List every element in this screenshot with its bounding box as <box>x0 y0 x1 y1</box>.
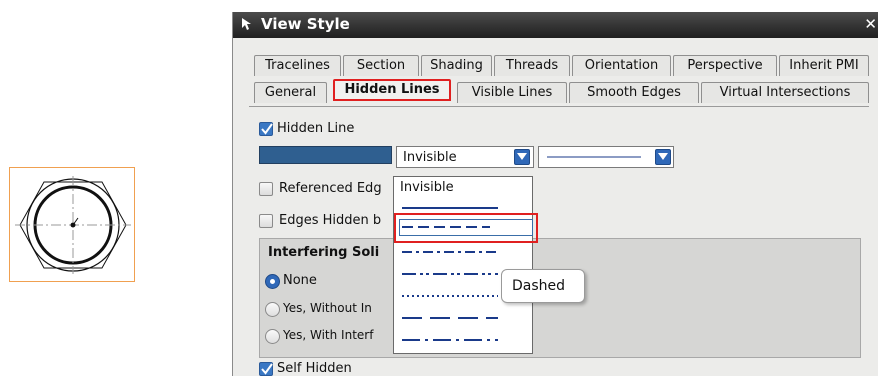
dash-dot-line-icon <box>402 251 498 253</box>
line-width-preview <box>547 156 641 158</box>
hidden-line-checkbox[interactable] <box>259 122 273 136</box>
edges-hidden-label: Edges Hidden b <box>279 213 382 228</box>
tooltip-text: Dashed <box>512 278 566 294</box>
line-font-value: Invisible <box>403 150 457 165</box>
dialog-title: View Style <box>261 15 350 33</box>
tab-smooth-edges[interactable]: Smooth Edges <box>569 82 699 103</box>
dropdown-item-long-dash-dot[interactable] <box>394 329 532 351</box>
hidden-line-color-swatch[interactable] <box>259 146 392 164</box>
chevron-down-icon[interactable] <box>655 149 671 165</box>
title-bar[interactable]: View Style ✕ <box>233 12 878 38</box>
radio-none[interactable] <box>265 274 280 289</box>
long-dash-line-icon <box>402 317 498 319</box>
dash-dot-dot-line-icon <box>402 273 498 275</box>
dotted-line-icon <box>402 295 498 297</box>
dropdown-item-invisible-label: Invisible <box>400 180 454 195</box>
view-preview <box>9 167 135 282</box>
hidden-line-label: Hidden Line <box>277 121 355 136</box>
chevron-down-icon[interactable] <box>514 149 530 165</box>
interfering-solids-title: Interfering Soli <box>268 245 380 260</box>
tab-divider <box>249 106 869 107</box>
radio-yes-with-label: Yes, With Interf <box>283 328 374 342</box>
tab-visible-lines[interactable]: Visible Lines <box>457 82 567 103</box>
tab-hidden-lines[interactable]: Hidden Lines <box>333 79 451 101</box>
radio-yes-with[interactable] <box>265 329 280 344</box>
tooltip: Dashed <box>501 269 585 303</box>
referenced-edges-label: Referenced Edg <box>279 181 382 196</box>
self-hidden-checkbox[interactable] <box>259 362 273 376</box>
dropdown-item-invisible[interactable]: Invisible <box>394 177 532 199</box>
line-font-select[interactable]: Invisible <box>396 146 534 168</box>
tab-threads[interactable]: Threads <box>494 55 570 76</box>
view-style-dialog: View Style ✕ Tracelines Section Shading … <box>232 12 878 376</box>
tab-section[interactable]: Section <box>343 55 419 76</box>
radio-none-label: None <box>283 273 317 288</box>
radio-yes-without[interactable] <box>265 302 280 317</box>
close-icon[interactable]: ✕ <box>864 15 877 33</box>
dropdown-item-dash-dot[interactable] <box>394 241 532 263</box>
tab-virtual-intersections[interactable]: Virtual Intersections <box>701 82 869 103</box>
dashed-line-icon <box>402 226 490 228</box>
tab-inherit-pmi[interactable]: Inherit PMI <box>779 55 869 76</box>
self-hidden-label: Self Hidden <box>277 361 352 376</box>
long-dash-dot-line-icon <box>402 339 498 341</box>
dashed-option-highlight[interactable] <box>394 213 538 243</box>
radio-yes-without-label: Yes, Without In <box>283 301 372 315</box>
edges-hidden-checkbox[interactable] <box>259 214 273 228</box>
line-width-select[interactable] <box>538 146 674 168</box>
hex-nut-drawing <box>15 176 131 274</box>
checkmark-icon <box>261 123 273 135</box>
tab-general[interactable]: General <box>254 82 327 103</box>
referenced-edges-checkbox[interactable] <box>259 182 273 196</box>
dropdown-item-long-dash[interactable] <box>394 307 532 329</box>
tab-perspective[interactable]: Perspective <box>673 55 777 76</box>
line-font-dropdown-list: Invisible <box>393 176 533 354</box>
dashed-option-selected <box>399 219 533 236</box>
tab-shading[interactable]: Shading <box>421 55 492 76</box>
cursor-arrow-icon <box>242 18 251 30</box>
checkmark-icon <box>261 363 273 375</box>
tab-tracelines[interactable]: Tracelines <box>254 55 341 76</box>
tab-orientation[interactable]: Orientation <box>572 55 671 76</box>
